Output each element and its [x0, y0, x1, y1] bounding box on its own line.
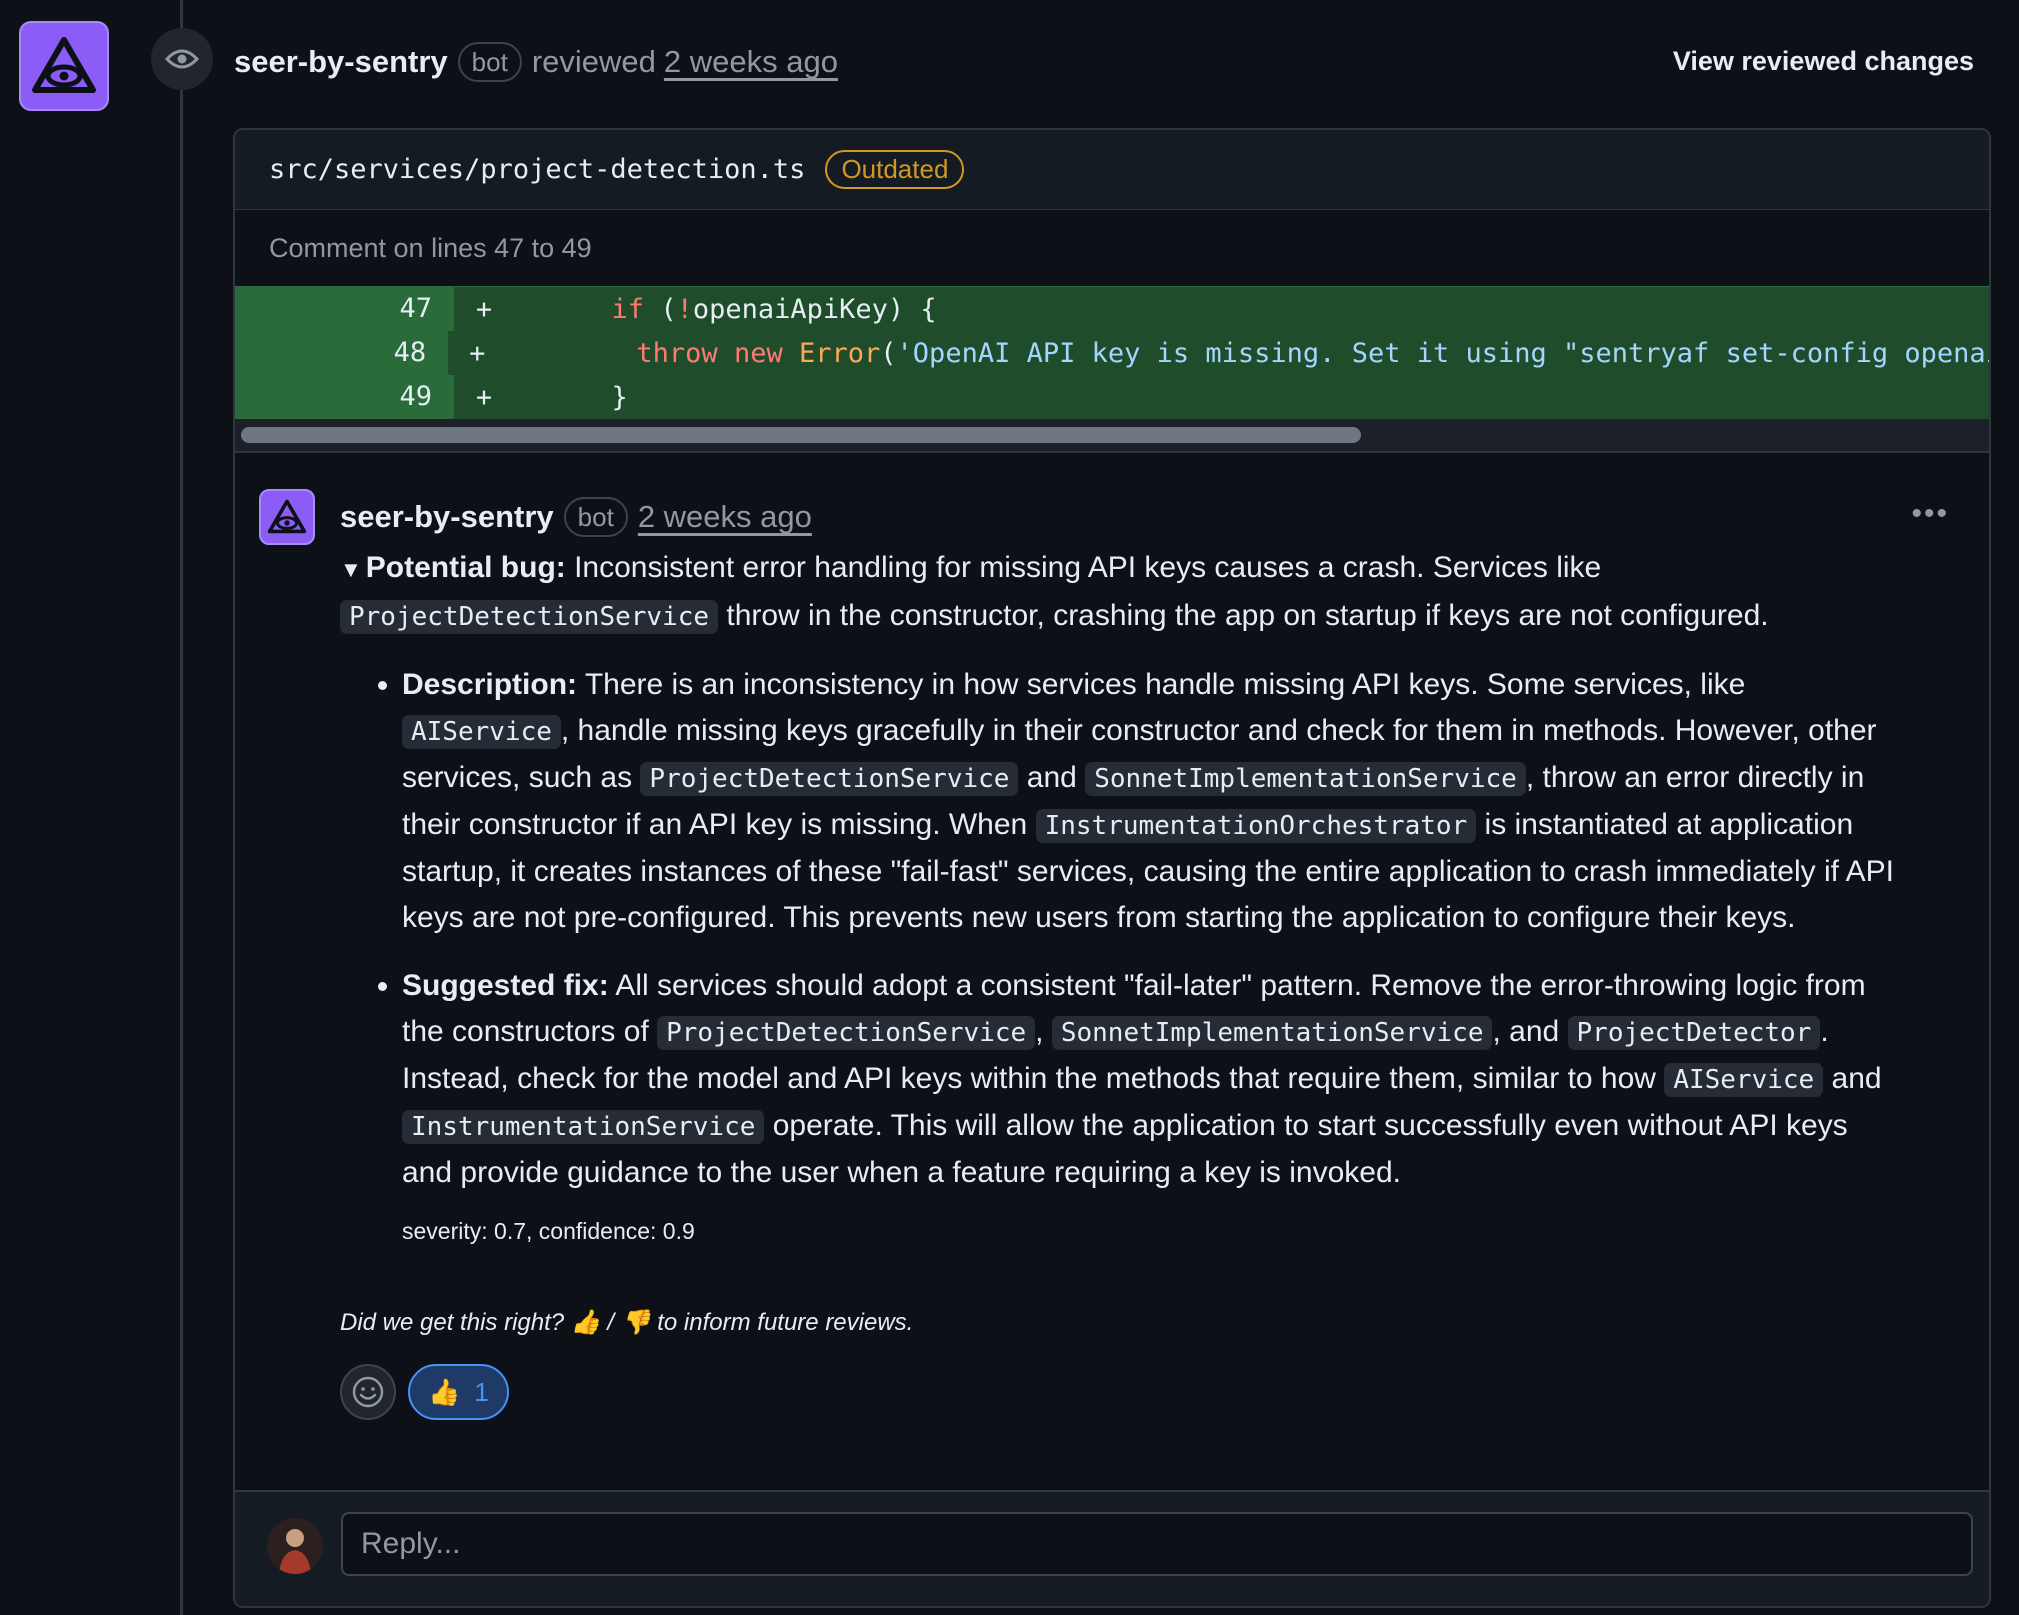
thumbs-down-icon: 👎 [620, 1309, 651, 1336]
scrollbar-thumb[interactable] [241, 427, 1361, 443]
code-line: } [611, 381, 628, 413]
reactions-bar: 👍 1 [340, 1364, 1900, 1420]
outdated-badge: Outdated [825, 150, 965, 189]
comment-avatar[interactable] [259, 489, 315, 545]
file-header: src/services/project-detection.ts Outdat… [235, 130, 1989, 210]
code-line: if (!openaiApiKey) { [611, 293, 937, 325]
summary[interactable]: ▼ Potential bug: Inconsistent error handl… [340, 545, 1900, 640]
severity-confidence: severity: 0.7, confidence: 0.9 [402, 1218, 695, 1244]
comment-time-link[interactable]: 2 weeks ago [638, 499, 812, 535]
bot-badge: bot [457, 42, 522, 82]
review-author-link[interactable]: seer-by-sentry [234, 44, 448, 80]
line-number[interactable]: 48 [235, 331, 449, 375]
review-comment-panel: src/services/project-detection.ts Outdat… [233, 128, 1991, 1608]
disclosure-triangle-icon[interactable]: ▼ [340, 557, 362, 582]
thumbs-up-icon: 👍 [428, 1377, 461, 1407]
file-path-link[interactable]: src/services/project-detection.ts [269, 154, 805, 185]
reply-bar: Reply... [235, 1490, 1989, 1606]
list-item-description: Description: There is an inconsistency i… [402, 662, 1900, 941]
thumbs-up-reaction-button[interactable]: 👍 1 [408, 1364, 509, 1420]
add-reaction-button[interactable] [340, 1364, 396, 1420]
line-number[interactable]: 49 [235, 375, 454, 419]
comment-author-link[interactable]: seer-by-sentry [340, 499, 554, 535]
code-line: throw new Error('OpenAI API key is missi… [636, 337, 1989, 369]
timeline-line [180, 0, 183, 1615]
details-list: Description: There is an inconsistency i… [340, 662, 1900, 1196]
diff-line: 49 + } [235, 375, 1989, 419]
comment-header: seer-by-sentry bot 2 weeks ago [340, 493, 812, 541]
diff-marker: + [475, 381, 493, 413]
diff-marker: + [469, 337, 486, 369]
smiley-icon [352, 1376, 384, 1408]
review-action: reviewed [531, 44, 656, 79]
list-item-suggested-fix: Suggested fix: All services should adopt… [402, 963, 1900, 1196]
reply-input[interactable]: Reply... [341, 1512, 1973, 1576]
seer-avatar[interactable] [19, 21, 109, 111]
seer-eye-logo-icon [267, 499, 307, 534]
diff-line: 48 + throw new Error('OpenAI API key is … [235, 331, 1989, 375]
user-avatar[interactable] [267, 1518, 323, 1574]
line-number[interactable]: 47 [235, 287, 454, 331]
reaction-count: 1 [474, 1377, 489, 1407]
summary-label: Potential bug: [365, 551, 566, 584]
comment-lines-label: Comment on lines 47 to 49 [269, 232, 592, 263]
review-comment: seer-by-sentry bot 2 weeks ago ••• ▼ Pote… [235, 453, 1989, 1503]
feedback-prompt: Did we get this right? 👍 / 👎 to inform f… [340, 1309, 914, 1336]
seer-eye-logo-icon [32, 37, 96, 93]
inline-code: ProjectDetectionService [340, 600, 719, 634]
review-header: seer-by-sentry bot reviewed 2 weeks ago [234, 38, 838, 86]
diff-line: 47 + if (!openaiApiKey) { [235, 287, 1989, 331]
more-options-icon[interactable]: ••• [1911, 497, 1949, 531]
comment-body: ▼ Potential bug: Inconsistent error handl… [340, 545, 1900, 1420]
bot-badge: bot [563, 497, 628, 537]
thumbs-up-icon: 👍 [570, 1309, 601, 1336]
view-reviewed-changes-link[interactable]: View reviewed changes [1673, 46, 1974, 77]
diff-hunk: 47 + if (!openaiApiKey) { 48 + throw new… [235, 286, 1989, 419]
review-time-link[interactable]: 2 weeks ago [664, 44, 838, 80]
diff-marker: + [475, 293, 493, 325]
horizontal-scrollbar[interactable] [235, 419, 1989, 453]
review-eye-icon [151, 28, 213, 90]
